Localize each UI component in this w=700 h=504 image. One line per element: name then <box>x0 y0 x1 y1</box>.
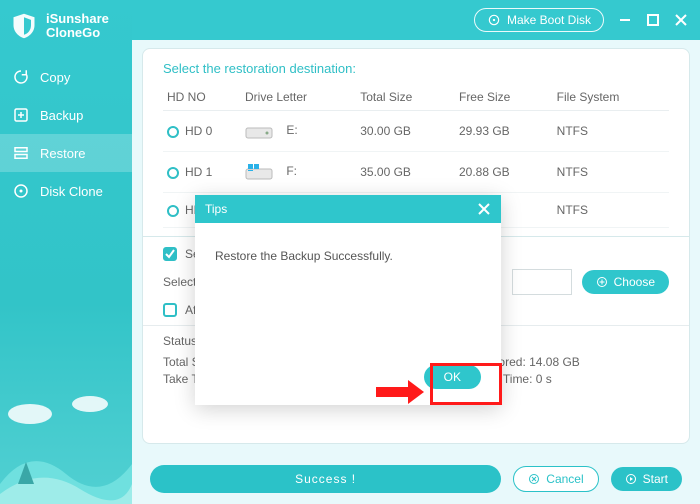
minimize-icon[interactable] <box>618 13 632 27</box>
cell-letter: E: <box>286 123 297 137</box>
app-logo: iSunshare CloneGo <box>0 0 132 58</box>
section-title: Select the restoration destination: <box>143 61 689 84</box>
col-total: Total Size <box>356 84 455 111</box>
make-boot-disk-button[interactable]: Make Boot Disk <box>474 8 604 32</box>
success-label: Success ! <box>295 472 356 486</box>
cell-fs: NTFS <box>553 111 669 152</box>
cell-hdno: HD 0 <box>185 124 212 138</box>
destination-input[interactable] <box>512 269 572 295</box>
refresh-icon <box>12 68 30 86</box>
dialog-close-icon[interactable] <box>477 202 491 216</box>
maximize-icon[interactable] <box>646 13 660 27</box>
cell-letter: F: <box>286 164 297 178</box>
cancel-label: Cancel <box>546 472 583 486</box>
dialog-title: Tips <box>205 202 227 216</box>
scenery-decoration <box>0 384 132 504</box>
cancel-circle-icon <box>528 473 540 485</box>
annotation-highlight-box <box>430 363 502 405</box>
annotation-arrow <box>376 380 424 404</box>
disk-icon <box>12 182 30 200</box>
dialog-message: Restore the Backup Successfully. <box>215 249 481 263</box>
radio-icon[interactable] <box>167 126 179 138</box>
titlebar: Make Boot Disk <box>132 0 700 40</box>
cell-total: 30.00 GB <box>356 111 455 152</box>
nav-copy-label: Copy <box>40 70 70 85</box>
choose-button[interactable]: Choose <box>582 270 669 294</box>
start-button[interactable]: Start <box>611 467 682 491</box>
nav-restore[interactable]: Restore <box>0 134 132 172</box>
success-bar: Success ! <box>150 465 501 493</box>
radio-icon[interactable] <box>167 167 179 179</box>
nav-restore-label: Restore <box>40 146 86 161</box>
make-boot-disk-label: Make Boot Disk <box>507 13 591 27</box>
play-circle-icon <box>625 473 637 485</box>
nav-diskclone-label: Disk Clone <box>40 184 103 199</box>
cell-free: 29.93 GB <box>455 111 553 152</box>
col-fs: File System <box>553 84 669 111</box>
table-row[interactable]: HD 0 E: 30.00 GB 29.93 GB NTFS <box>163 111 669 152</box>
bottom-bar: Success ! Cancel Start <box>132 454 700 504</box>
drive-windows-icon <box>245 162 273 182</box>
choose-label: Choose <box>614 275 655 289</box>
close-icon[interactable] <box>674 13 688 27</box>
nav-diskclone[interactable]: Disk Clone <box>0 172 132 210</box>
col-free: Free Size <box>455 84 553 111</box>
cell-hdno: HD 1 <box>185 165 212 179</box>
dialog-titlebar: Tips <box>195 195 501 223</box>
app-name-line2: CloneGo <box>46 26 109 40</box>
radio-icon[interactable] <box>167 205 179 217</box>
app-name-line1: iSunshare <box>46 12 109 26</box>
col-letter: Drive Letter <box>241 84 356 111</box>
cancel-button[interactable]: Cancel <box>513 466 598 492</box>
layers-icon <box>12 144 30 162</box>
sidebar: iSunshare CloneGo Copy Backup Restore Di… <box>0 0 132 504</box>
disc-icon <box>487 13 501 27</box>
cell-free: 20.88 GB <box>455 152 553 193</box>
shield-icon <box>10 12 38 40</box>
table-row[interactable]: HD 1 F: 35.00 GB 20.88 GB NTFS <box>163 152 669 193</box>
nav-backup-label: Backup <box>40 108 83 123</box>
start-label: Start <box>643 472 668 486</box>
checkbox-after[interactable] <box>163 303 177 317</box>
col-hdno: HD NO <box>163 84 241 111</box>
checkbox-set[interactable] <box>163 247 177 261</box>
cell-total: 35.00 GB <box>356 152 455 193</box>
plus-box-icon <box>12 106 30 124</box>
cell-fs: NTFS <box>553 152 669 193</box>
drive-icon <box>245 121 273 141</box>
nav-copy[interactable]: Copy <box>0 58 132 96</box>
cell-fs: NTFS <box>553 193 669 228</box>
nav-backup[interactable]: Backup <box>0 96 132 134</box>
plus-circle-icon <box>596 276 608 288</box>
